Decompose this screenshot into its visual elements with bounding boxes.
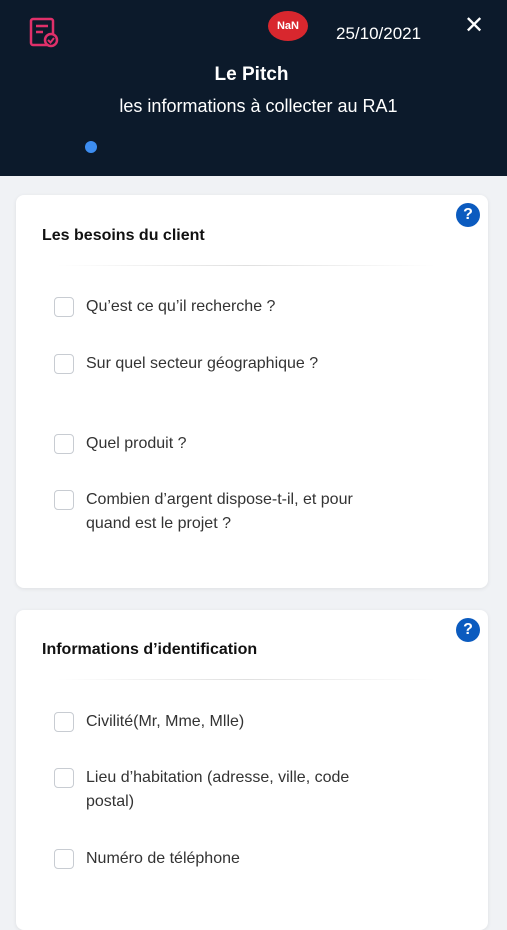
section-title: Les besoins du client bbox=[42, 227, 205, 244]
divider bbox=[56, 265, 436, 266]
date-label: 25/10/2021 bbox=[336, 24, 422, 43]
step-indicator-dot[interactable] bbox=[85, 141, 97, 153]
checkbox[interactable] bbox=[54, 768, 74, 788]
help-icon[interactable]: ? bbox=[456, 618, 480, 642]
close-icon[interactable]: ✕ bbox=[462, 14, 486, 38]
checkbox[interactable] bbox=[54, 849, 74, 869]
checklist-item-label: Lieu d’habitation (adresse, ville, code … bbox=[86, 769, 350, 810]
checkbox[interactable] bbox=[54, 490, 74, 510]
page-subtitle: les informations à collecter au RA1 bbox=[119, 96, 398, 116]
checkbox[interactable] bbox=[54, 712, 74, 732]
section-card-client-needs: ? Les besoins du client Qu’est ce qu’il … bbox=[16, 195, 488, 588]
header: NaN 25/10/2021 ✕ Le Pitch les informatio… bbox=[0, 0, 507, 176]
checkbox[interactable] bbox=[54, 354, 74, 374]
checklist-item-label: Combien d’argent dispose-t-il, et pour q… bbox=[86, 491, 353, 532]
checkbox[interactable] bbox=[54, 434, 74, 454]
divider bbox=[56, 679, 436, 680]
checkbox[interactable] bbox=[54, 297, 74, 317]
checklist-item-label: Quel produit ? bbox=[86, 435, 187, 452]
avatar[interactable]: NaN bbox=[268, 11, 308, 41]
checklist-item-label: Civilité(Mr, Mme, Mlle) bbox=[86, 713, 245, 730]
checklist-document-icon[interactable] bbox=[28, 16, 62, 50]
checklist-item-label: Sur quel secteur géographique ? bbox=[86, 355, 319, 372]
section-card-identification: ? Informations d’identification Civilité… bbox=[16, 610, 488, 930]
section-title: Informations d’identification bbox=[42, 641, 258, 658]
checklist-item-label: Qu’est ce qu’il recherche ? bbox=[86, 298, 276, 315]
page-title: Le Pitch bbox=[214, 64, 289, 85]
help-icon[interactable]: ? bbox=[456, 203, 480, 227]
checklist-item-label: Numéro de téléphone bbox=[86, 850, 240, 867]
